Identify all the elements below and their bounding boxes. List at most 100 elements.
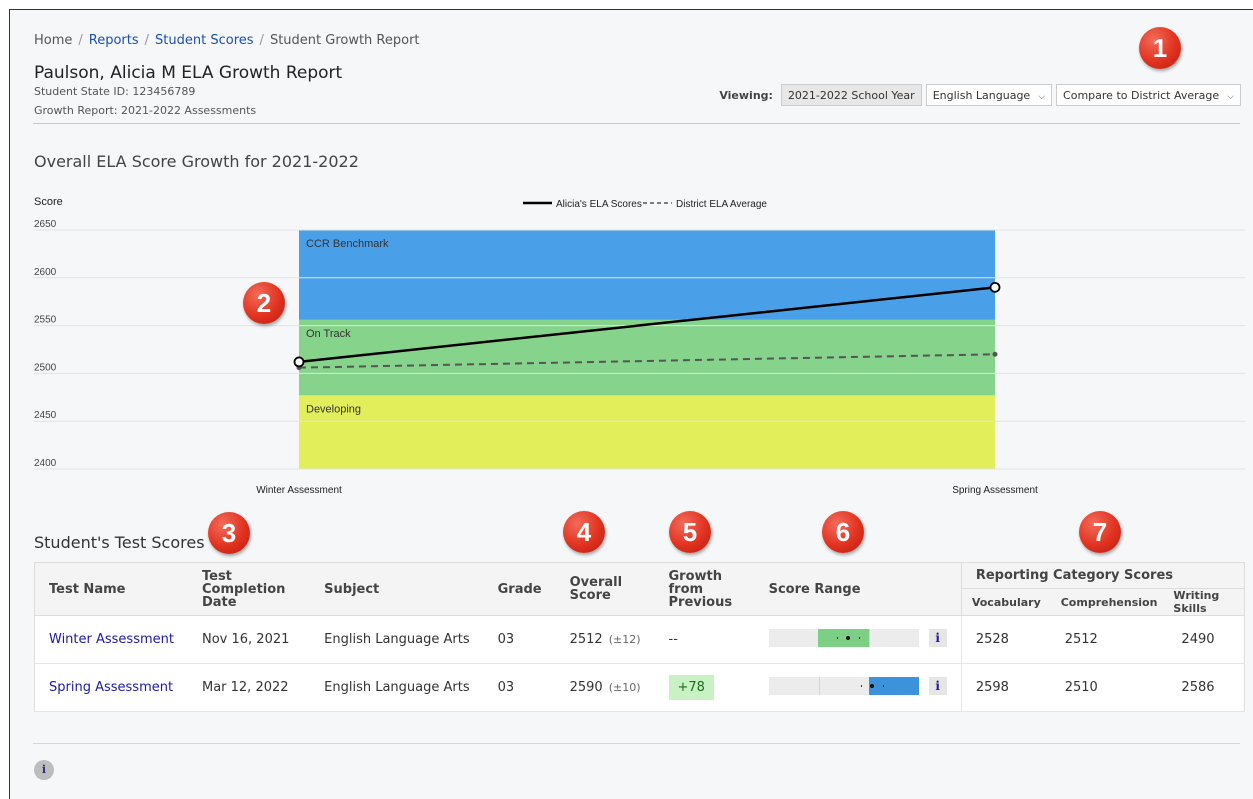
subject-cell: English Language Arts (310, 615, 484, 664)
header-overall-score[interactable]: Overall Score (555, 562, 655, 616)
legend-label: Alicia's ELA Scores (556, 199, 642, 210)
callout-badge-7: 7 (1079, 511, 1121, 553)
y-tick-label: 2600 (34, 267, 57, 278)
compare-select-value: Compare to District Average (1063, 89, 1220, 102)
student-state-id: Student State ID: 123456789 (34, 85, 196, 98)
breadcrumb-separator: / (144, 33, 150, 48)
breadcrumb-student-scores[interactable]: Student Scores (155, 33, 254, 48)
overall-score-cell: 2512 (±12) (555, 615, 655, 664)
growth-cell: -- (654, 615, 755, 664)
benchmark-band-label: CCR Benchmark (306, 238, 389, 250)
comprehension-score-cell: 2510 (1050, 663, 1168, 712)
grade-cell: 03 (483, 615, 556, 664)
callout-badge-2: 2 (243, 282, 285, 324)
test-name-link[interactable]: Spring Assessment (49, 680, 173, 695)
x-tick-label: Spring Assessment (952, 485, 1038, 496)
score-point (870, 683, 875, 688)
subject-select-value: English Language (932, 89, 1031, 102)
overall-score-value: 2512 (569, 632, 603, 647)
score-range: i (768, 628, 947, 647)
table-row: Winter Assessment Nov 16, 2021 English L… (34, 615, 1245, 664)
breadcrumb-separator: / (259, 33, 264, 48)
vocabulary-score-cell: 2598 (960, 663, 1051, 712)
header-completion-date[interactable]: Test Completion Date (187, 562, 311, 616)
chevron-down-icon: ⌵ (1227, 92, 1234, 102)
score-range-cell: i (754, 663, 962, 712)
score-error-margin: (±12) (608, 633, 641, 646)
header-vocabulary[interactable]: Vocabulary (960, 588, 1051, 616)
header-subject[interactable]: Subject (310, 562, 484, 616)
header-writing-skills[interactable]: Writing Skills (1167, 588, 1245, 616)
table-row: Spring Assessment Mar 12, 2022 English L… (34, 663, 1245, 712)
info-icon[interactable]: i (34, 760, 54, 780)
y-tick-label: 2400 (34, 458, 57, 469)
info-icon[interactable]: i (928, 628, 947, 647)
breadcrumb-reports[interactable]: Reports (89, 33, 139, 48)
info-icon[interactable]: i (928, 676, 947, 695)
breadcrumb-home[interactable]: Home (34, 33, 72, 48)
range-tick (837, 636, 839, 639)
range-divider (818, 676, 820, 695)
benchmark-band (299, 230, 995, 320)
completion-date-cell: Nov 16, 2021 (187, 615, 311, 664)
completion-date-cell: Mar 12, 2022 (187, 663, 311, 712)
growth-badge: +78 (668, 675, 714, 700)
breadcrumb: Home / Reports / Student Scores / Student Grow… (34, 33, 420, 48)
data-point-district (992, 351, 998, 357)
header-reporting-categories: Reporting Category Scores (960, 562, 1245, 589)
y-tick-label: 2500 (34, 362, 57, 373)
test-scores-table: Test Name Test Completion Date Subject G… (34, 562, 1245, 712)
callout-badge-6: 6 (822, 511, 864, 553)
data-point-student (293, 356, 305, 368)
range-segment (818, 628, 870, 647)
score-range-bar (768, 676, 919, 695)
score-range-bar (768, 628, 919, 647)
writing-score-cell: 2586 (1167, 663, 1245, 712)
header-growth[interactable]: Growth from Previous (654, 562, 755, 616)
overall-score-cell: 2590 (±10) (555, 663, 655, 712)
data-point-student (989, 281, 1001, 293)
header-score-range[interactable]: Score Range (754, 562, 962, 616)
grade-cell: 03 (483, 663, 556, 712)
test-name-cell: Winter Assessment (34, 615, 188, 664)
y-axis-label: Score (34, 196, 63, 208)
callout-badge-1: 1 (1139, 27, 1181, 69)
subject-select[interactable]: English Language ⌵ (925, 84, 1053, 106)
y-tick-label: 2450 (34, 410, 57, 421)
viewing-label: Viewing: (719, 88, 773, 102)
comprehension-score-cell: 2512 (1050, 615, 1168, 664)
range-tick (859, 636, 861, 639)
subject-cell: English Language Arts (310, 663, 484, 712)
callout-badge-4: 4 (563, 511, 605, 553)
range-segment (869, 676, 919, 695)
growth-chart: CCR Benchmark On Track Developing 2650 2600 2… (34, 196, 1245, 496)
benchmark-band-label: Developing (306, 403, 361, 415)
range-tick (861, 684, 863, 687)
y-tick-label: 2650 (34, 219, 57, 230)
growth-report-label: Growth Report: 2021-2022 Assessments (34, 104, 257, 117)
header-comprehension[interactable]: Comprehension (1050, 588, 1168, 616)
overall-score-value: 2590 (569, 680, 603, 695)
score-range: i (768, 676, 947, 695)
benchmark-band (299, 319, 995, 396)
header-test-name[interactable]: Test Name (34, 562, 188, 616)
chevron-down-icon: ⌵ (1038, 92, 1046, 102)
callout-badge-3: 3 (208, 512, 250, 554)
benchmark-band (299, 395, 995, 469)
test-name-link[interactable]: Winter Assessment (49, 632, 174, 647)
compare-select[interactable]: Compare to District Average ⌵ (1056, 84, 1241, 106)
viewing-controls: Viewing: 2021-2022 School Year English L… (719, 84, 1241, 106)
y-tick-label: 2550 (34, 315, 57, 326)
writing-score-cell: 2490 (1167, 615, 1245, 664)
page-title: Paulson, Alicia M ELA Growth Report (34, 63, 343, 83)
legend-label: District ELA Average (676, 199, 767, 210)
benchmark-band-label: On Track (306, 328, 351, 340)
header-grade[interactable]: Grade (483, 562, 556, 616)
breadcrumb-current: Student Growth Report (269, 33, 420, 48)
chart-section-title: Overall ELA Score Growth for 2021-2022 (34, 152, 359, 171)
school-year-pill[interactable]: 2021-2022 School Year (780, 84, 922, 106)
header-divider (33, 123, 1240, 124)
x-tick-label: Winter Assessment (256, 485, 342, 496)
test-name-cell: Spring Assessment (34, 663, 188, 712)
breadcrumb-separator: / (78, 33, 83, 48)
